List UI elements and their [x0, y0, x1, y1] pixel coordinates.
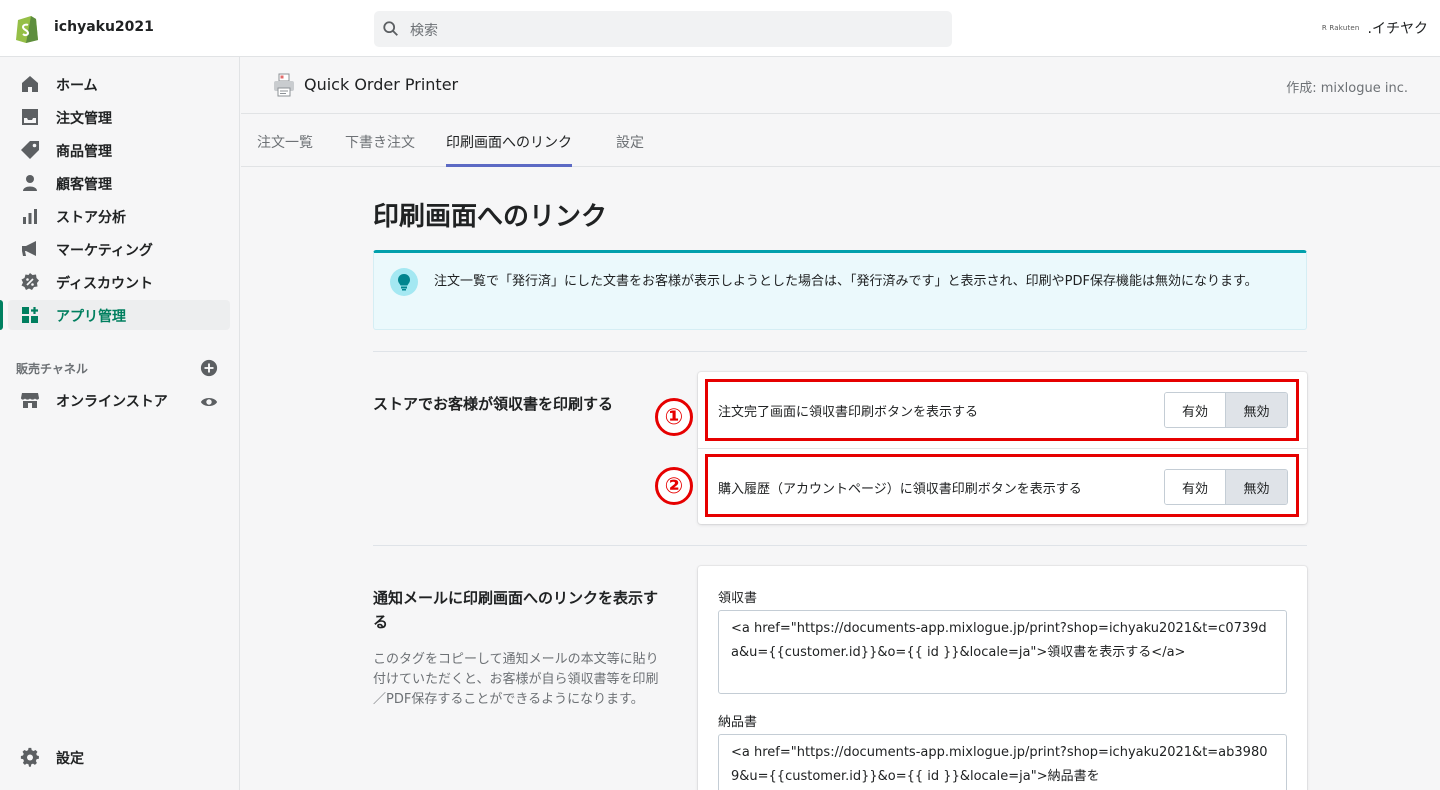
search-input[interactable]: 検索 [410, 20, 438, 40]
receipt-tag-label: 領収書 [718, 591, 758, 606]
sidebar-item-customers[interactable]: 顧客管理 [8, 168, 230, 198]
person-icon [23, 175, 37, 191]
discount-icon [21, 273, 39, 290]
sidebar-item-discounts[interactable]: ディスカウント [8, 267, 230, 297]
apps-icon [22, 307, 38, 323]
tab-settings[interactable]: 設定 [616, 132, 644, 152]
tab-print-links[interactable]: 印刷画面へのリンク [446, 132, 572, 152]
app-header: Quick Order Printer 作成: mixlogue inc. [241, 57, 1440, 114]
section-description: このタグをコピーして通知メールの本文等に貼り付けていただくと、お客様が自ら領収書… [373, 652, 659, 707]
section-divider [373, 545, 1307, 546]
sidebar: ホーム 注文管理 商品管理 顧客管理 ストア分析 マーケティング ディスカウント… [0, 57, 240, 790]
app-author[interactable]: 作成: mixlogue inc. [1286, 77, 1408, 96]
sidebar-item-products[interactable]: 商品管理 [8, 135, 230, 165]
banner-text: 注文一覧で「発行済」にした文書をお客様が表示しようとした場合は、「発行済みです」… [434, 274, 1258, 289]
receipt-tag-field[interactable]: <a href="https://documents-app.mixlogue.… [718, 610, 1287, 694]
info-banner: 注文一覧で「発行済」にした文書をお客様が表示しようとした場合は、「発行済みです」… [373, 250, 1307, 330]
shopify-logo-icon[interactable] [14, 13, 40, 43]
sales-channels-title: 販売チャネル [16, 362, 88, 376]
app-title: Quick Order Printer [304, 75, 459, 94]
active-indicator [0, 300, 3, 330]
gear-icon [20, 747, 39, 767]
account-menu[interactable]: R Rakuten .イチヤク [1322, 18, 1428, 38]
bar-chart-icon [23, 209, 37, 224]
store-icon [21, 393, 39, 408]
sidebar-item-analytics[interactable]: ストア分析 [8, 201, 230, 231]
annotation-number-2: ② [655, 467, 693, 505]
sidebar-item-label: オンラインストア [56, 394, 168, 410]
sidebar-item-online-store[interactable]: オンラインストア [8, 385, 230, 415]
delivery-tag-label: 納品書 [718, 715, 758, 730]
top-bar: ichyaku2021 検索 R Rakuten .イチヤク [0, 0, 1440, 57]
sidebar-item-label: ストア分析 [56, 210, 126, 226]
highlight-box-2 [705, 454, 1299, 517]
tab-draft-orders[interactable]: 下書き注文 [345, 132, 415, 152]
sidebar-item-label: 注文管理 [56, 111, 112, 127]
tab-order-list[interactable]: 注文一覧 [257, 132, 313, 152]
sidebar-item-label: 設定 [56, 751, 84, 767]
megaphone-icon [22, 241, 36, 256]
search-icon [383, 21, 398, 36]
sidebar-item-label: ホーム [56, 78, 98, 94]
annotation-number-1: ① [655, 398, 693, 436]
sidebar-item-label: マーケティング [56, 243, 153, 259]
sidebar-item-label: 顧客管理 [56, 177, 112, 193]
section-divider [373, 351, 1307, 352]
sidebar-item-label: 商品管理 [56, 144, 112, 160]
delivery-tag-field[interactable]: <a href="https://documents-app.mixlogue.… [718, 734, 1287, 790]
eye-icon[interactable] [200, 393, 218, 411]
tag-icon [21, 141, 39, 159]
sidebar-item-home[interactable]: ホーム [8, 69, 230, 99]
home-icon [22, 76, 38, 92]
sidebar-item-apps[interactable]: アプリ管理 [8, 300, 230, 330]
sidebar-item-marketing[interactable]: マーケティング [8, 234, 230, 264]
account-name: .イチヤク [1367, 21, 1428, 37]
active-tab-indicator [446, 164, 572, 167]
email-link-card: 領収書 <a href="https://documents-app.mixlo… [698, 566, 1307, 790]
sidebar-item-label: ディスカウント [56, 276, 154, 292]
sidebar-item-settings[interactable]: 設定 [8, 742, 230, 772]
sidebar-item-label: アプリ管理 [56, 309, 126, 325]
orders-icon [22, 109, 38, 125]
row-divider [698, 448, 1307, 449]
search-bar[interactable]: 検索 [374, 11, 952, 47]
tab-bar: 注文一覧 下書き注文 印刷画面へのリンク 設定 [241, 114, 1440, 167]
page-title: 印刷画面へのリンク [373, 202, 608, 232]
lightbulb-icon [390, 268, 418, 296]
rakuten-logo: R Rakuten [1321, 24, 1360, 32]
sidebar-item-orders[interactable]: 注文管理 [8, 102, 230, 132]
store-name[interactable]: ichyaku2021 [54, 19, 154, 35]
add-channel-icon[interactable] [200, 359, 218, 377]
printer-icon [274, 73, 294, 97]
highlight-box-1 [705, 379, 1299, 441]
section-title-email-link: 通知メールに印刷画面へのリンクを表示する [373, 589, 659, 631]
section-title-receipt-print: ストアでお客様が領収書を印刷する [373, 395, 614, 413]
